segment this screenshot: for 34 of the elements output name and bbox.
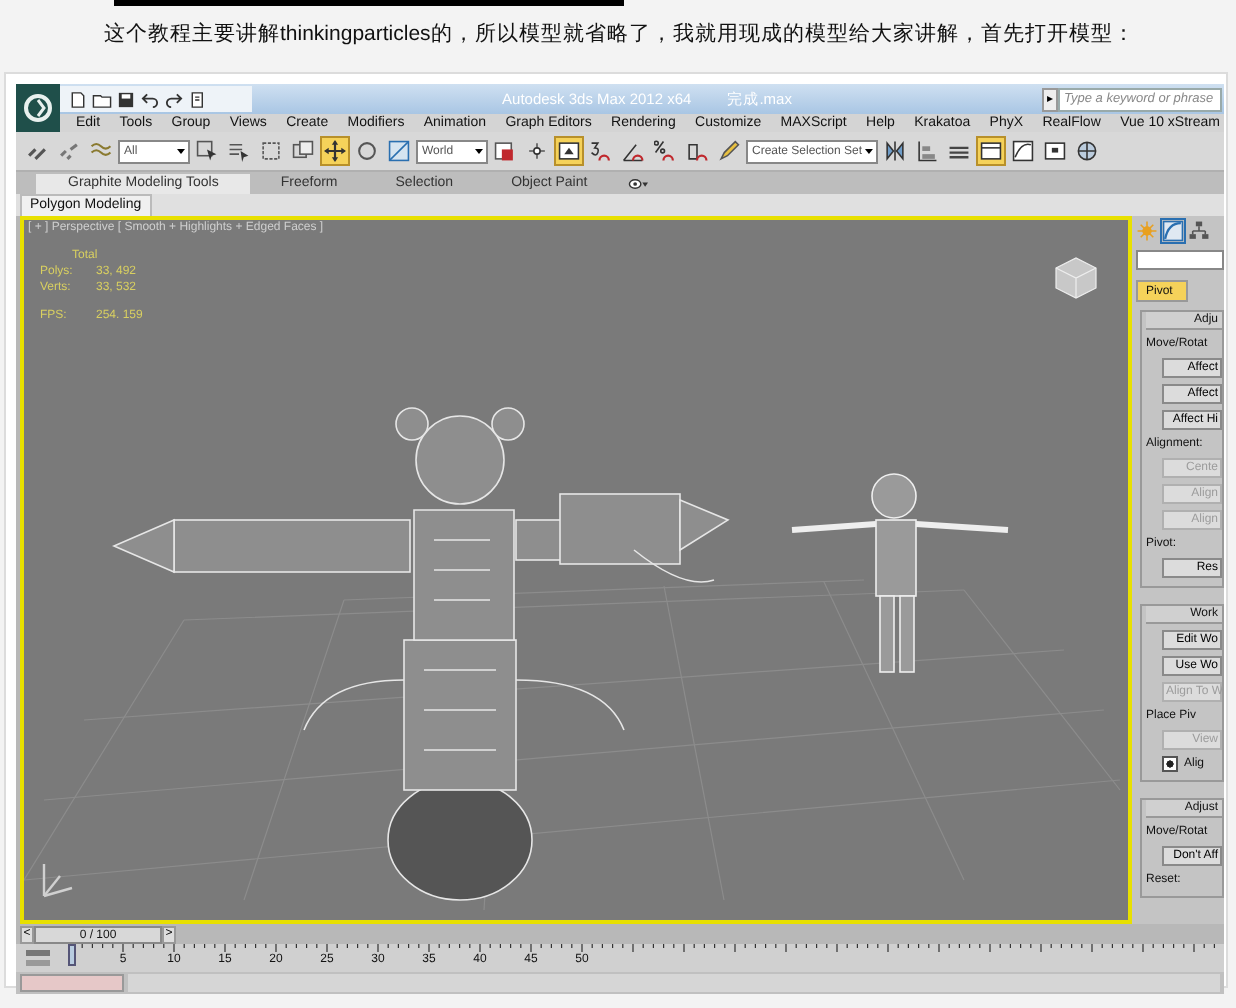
folder-icon[interactable]	[92, 89, 112, 109]
schematic-icon[interactable]	[1040, 136, 1070, 166]
checkbox[interactable]	[1162, 756, 1178, 772]
document-icon[interactable]	[188, 89, 208, 109]
percent-snap-icon[interactable]	[650, 136, 680, 166]
snap-icon[interactable]	[586, 136, 616, 166]
new-file-icon[interactable]	[68, 89, 88, 109]
redo-icon[interactable]	[164, 89, 184, 109]
curve-icon[interactable]	[1162, 220, 1184, 242]
undo-icon[interactable]	[140, 89, 160, 109]
maxscript-listener-field[interactable]	[20, 974, 124, 992]
app-logo-icon[interactable]	[16, 84, 60, 132]
pencil-icon[interactable]	[714, 136, 744, 166]
eye-dropdown-icon[interactable]	[625, 174, 650, 194]
curve-editor-icon[interactable]	[1008, 136, 1038, 166]
dropdown-arrow-icon[interactable]	[472, 144, 486, 158]
view-cube-icon[interactable]	[1055, 257, 1097, 299]
caption-text: 这个教程主要讲解thinkingparticles的，所以模型就省略了，我就用现成的模型给大家讲解，首先打开模型：	[104, 20, 1137, 48]
current-frame-marker[interactable]	[68, 944, 76, 966]
save-icon[interactable]	[116, 89, 136, 109]
globe-icon[interactable]	[1072, 136, 1102, 166]
object-name-field[interactable]	[1136, 250, 1224, 270]
key-filter-icon[interactable]	[24, 948, 52, 968]
align-icon[interactable]	[912, 136, 942, 166]
dropdown-arrow-icon[interactable]	[174, 144, 188, 158]
dashed-square-icon[interactable]	[256, 136, 286, 166]
dropdown-arrow-icon[interactable]	[862, 144, 876, 158]
ribbon-toggle-icon[interactable]	[976, 136, 1006, 166]
axis-tripod-icon	[42, 864, 73, 898]
screen-icon[interactable]	[554, 136, 584, 166]
move-arrows-icon[interactable]	[320, 136, 350, 166]
scale-box-icon[interactable]	[384, 136, 414, 166]
mirror-icon[interactable]	[880, 136, 910, 166]
hierarchy-icon[interactable]	[1188, 220, 1210, 242]
